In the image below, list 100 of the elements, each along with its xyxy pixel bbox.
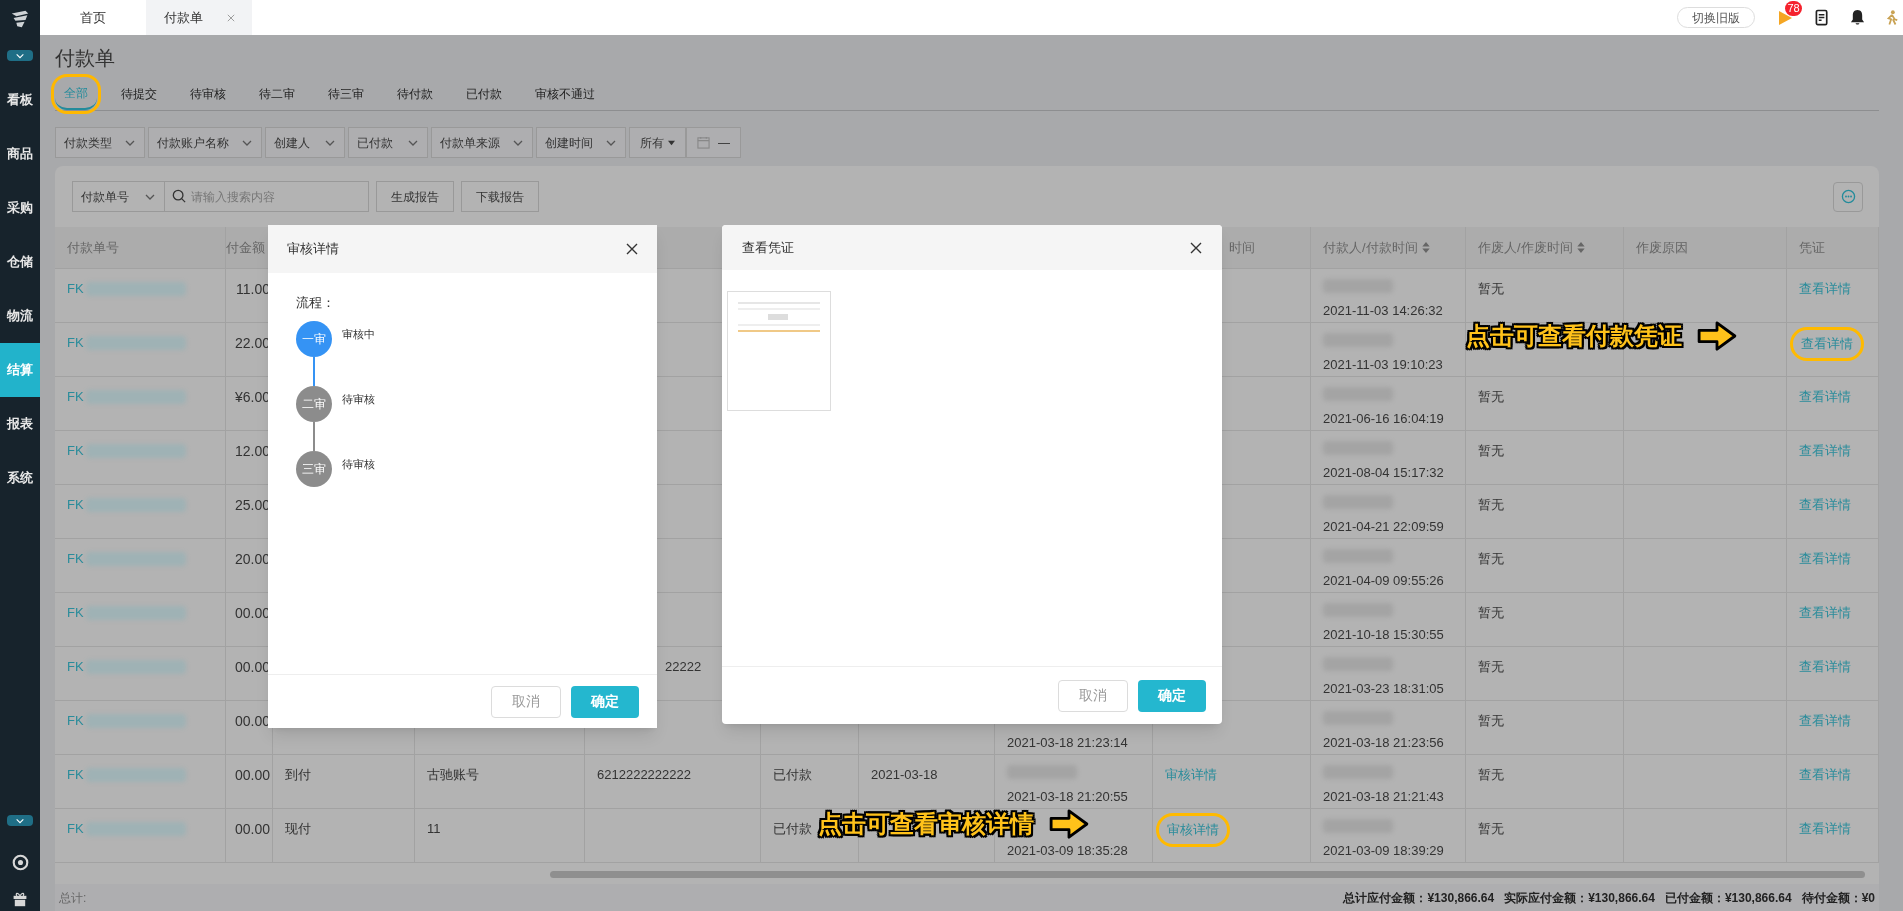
time-text: 2021-10-18 15:30:55 (1323, 626, 1445, 644)
page-tab[interactable]: 付款单 (146, 0, 252, 35)
time-text: 2021-03-18 21:21:43 (1323, 788, 1445, 806)
close-icon[interactable] (1190, 241, 1202, 254)
filter-select[interactable]: 付款单来源 (431, 127, 533, 158)
column-header[interactable]: 作废人/作废时间 (1478, 237, 1585, 258)
cell-text: 2021-03-18 (871, 767, 938, 782)
search-field-select[interactable]: 付款单号 (72, 181, 165, 212)
time-text: 2021-03-18 21:23:14 (1007, 735, 1128, 750)
status-tab[interactable]: 已付款 (457, 78, 511, 110)
details-link[interactable]: 查看详情 (1799, 441, 1851, 461)
filter-select[interactable]: 创建时间 (536, 127, 626, 158)
order-number-link[interactable]: FK (67, 819, 84, 839)
sidebar-item[interactable]: 看板 (0, 73, 40, 127)
sort-icon[interactable] (1576, 242, 1585, 253)
order-number-link[interactable]: FK (67, 711, 84, 731)
step-status: 审核中 (342, 326, 375, 342)
order-number-link[interactable]: FK (67, 603, 84, 623)
details-link[interactable]: 查看详情 (1799, 765, 1851, 785)
close-icon[interactable] (626, 243, 638, 255)
sidebar-item[interactable]: 系统 (0, 451, 40, 505)
details-link[interactable]: 查看详情 (1799, 549, 1851, 569)
status-tab[interactable]: 待提交 (112, 78, 166, 110)
order-number-link[interactable]: FK (67, 441, 84, 461)
document-icon[interactable] (1815, 9, 1830, 26)
order-number-link[interactable]: FK (67, 495, 84, 515)
cell-text: 古驰账号 (427, 767, 479, 782)
column-header: 作废原因 (1636, 238, 1688, 257)
filter-select[interactable]: 已付款 (348, 127, 428, 158)
report-button[interactable]: 下载报告 (461, 181, 539, 212)
filter-select[interactable]: 创建人 (265, 127, 345, 158)
details-link[interactable]: 查看详情 (1799, 657, 1851, 677)
arrow-icon (1048, 808, 1090, 840)
column-header: 付款单号 (67, 238, 119, 257)
order-number-link[interactable]: FK (67, 279, 84, 299)
callout-text: 点击可查看审核详情 (818, 809, 1034, 839)
sort-icon[interactable] (1421, 242, 1430, 253)
cell-text: 暂无 (1478, 605, 1504, 620)
logo-icon (9, 8, 31, 30)
gift-icon[interactable] (12, 891, 28, 907)
collapse-button[interactable] (7, 50, 33, 61)
details-link[interactable]: 审核详情 (1156, 813, 1230, 847)
time-text: 2021-03-09 18:39:29 (1323, 842, 1445, 860)
sidebar-item[interactable]: 商品 (0, 127, 40, 181)
details-link[interactable]: 查看详情 (1799, 387, 1851, 407)
order-number-link[interactable]: FK (67, 387, 84, 407)
horizontal-scrollbar[interactable] (550, 871, 1865, 878)
caret-icon (668, 139, 675, 146)
status-tab[interactable]: 审核不通过 (526, 78, 604, 110)
step-badge: 三审 (296, 450, 332, 487)
confirm-button[interactable]: 确定 (571, 685, 639, 718)
time-text: 2021-04-09 09:55:26 (1323, 572, 1445, 590)
status-tab[interactable]: 待审核 (181, 78, 235, 110)
details-link[interactable]: 查看详情 (1799, 819, 1851, 839)
filter-select[interactable]: 付款账户名称 (148, 127, 262, 158)
column-header: 付金额 (226, 238, 265, 257)
flow-label: 流程： (296, 295, 335, 310)
cell-text: 暂无 (1478, 821, 1504, 836)
confirm-button[interactable]: 确定 (1138, 679, 1206, 712)
amount-text: 00.00 (233, 820, 270, 839)
expand-button[interactable] (7, 815, 33, 826)
status-tab[interactable]: 待二审 (250, 78, 304, 110)
details-link[interactable]: 查看详情 (1799, 711, 1851, 731)
column-header[interactable]: 付款人/付款时间 (1323, 237, 1430, 258)
help-icon[interactable] (11, 854, 29, 871)
column-header: 凭证 (1799, 238, 1825, 257)
status-tab[interactable]: 待付款 (388, 78, 442, 110)
status-tab[interactable]: 待三审 (319, 78, 373, 110)
cell-text: 现付 (285, 821, 311, 836)
cell-text: 已付款 (773, 821, 812, 836)
sidebar-item[interactable]: 报表 (0, 397, 40, 451)
date-range-field[interactable]: — (686, 127, 741, 158)
details-link[interactable]: 审核详情 (1165, 765, 1217, 785)
column-header: 时间 (1229, 238, 1255, 257)
sidebar-item[interactable]: 结算 (0, 343, 40, 397)
notification-badge: 78 (1785, 0, 1802, 16)
sidebar-item[interactable]: 仓储 (0, 235, 40, 289)
time-text: 2021-03-18 21:20:55 (1007, 788, 1129, 806)
cancel-button[interactable]: 取消 (1058, 679, 1128, 712)
filter-select[interactable]: 付款类型 (55, 127, 145, 158)
details-link[interactable]: 查看详情 (1799, 603, 1851, 623)
document-thumbnail[interactable] (727, 291, 831, 411)
time-text: 2021-03-09 18:35:28 (1007, 843, 1128, 858)
sidebar-item[interactable]: 物流 (0, 289, 40, 343)
cancel-button[interactable]: 取消 (491, 685, 561, 718)
order-number-link[interactable]: FK (67, 657, 84, 677)
summary-total: 已付金额：¥130,866.64 (1664, 889, 1792, 907)
order-number-link[interactable]: FK (67, 549, 84, 569)
order-number-link[interactable]: FK (67, 765, 84, 785)
order-number-link[interactable]: FK (67, 333, 84, 353)
time-text: 2021-03-18 21:23:56 (1323, 734, 1445, 752)
range-select[interactable]: 所有 (629, 127, 686, 158)
details-link[interactable]: 查看详情 (1790, 327, 1864, 361)
cell-text: 暂无 (1478, 281, 1504, 296)
details-link[interactable]: 查看详情 (1799, 279, 1851, 299)
details-link[interactable]: 查看详情 (1799, 495, 1851, 515)
sidebar-item[interactable]: 采购 (0, 181, 40, 235)
bell-icon[interactable] (1850, 9, 1865, 26)
step-badge: 二审 (296, 385, 332, 422)
report-button[interactable]: 生成报告 (376, 181, 454, 212)
